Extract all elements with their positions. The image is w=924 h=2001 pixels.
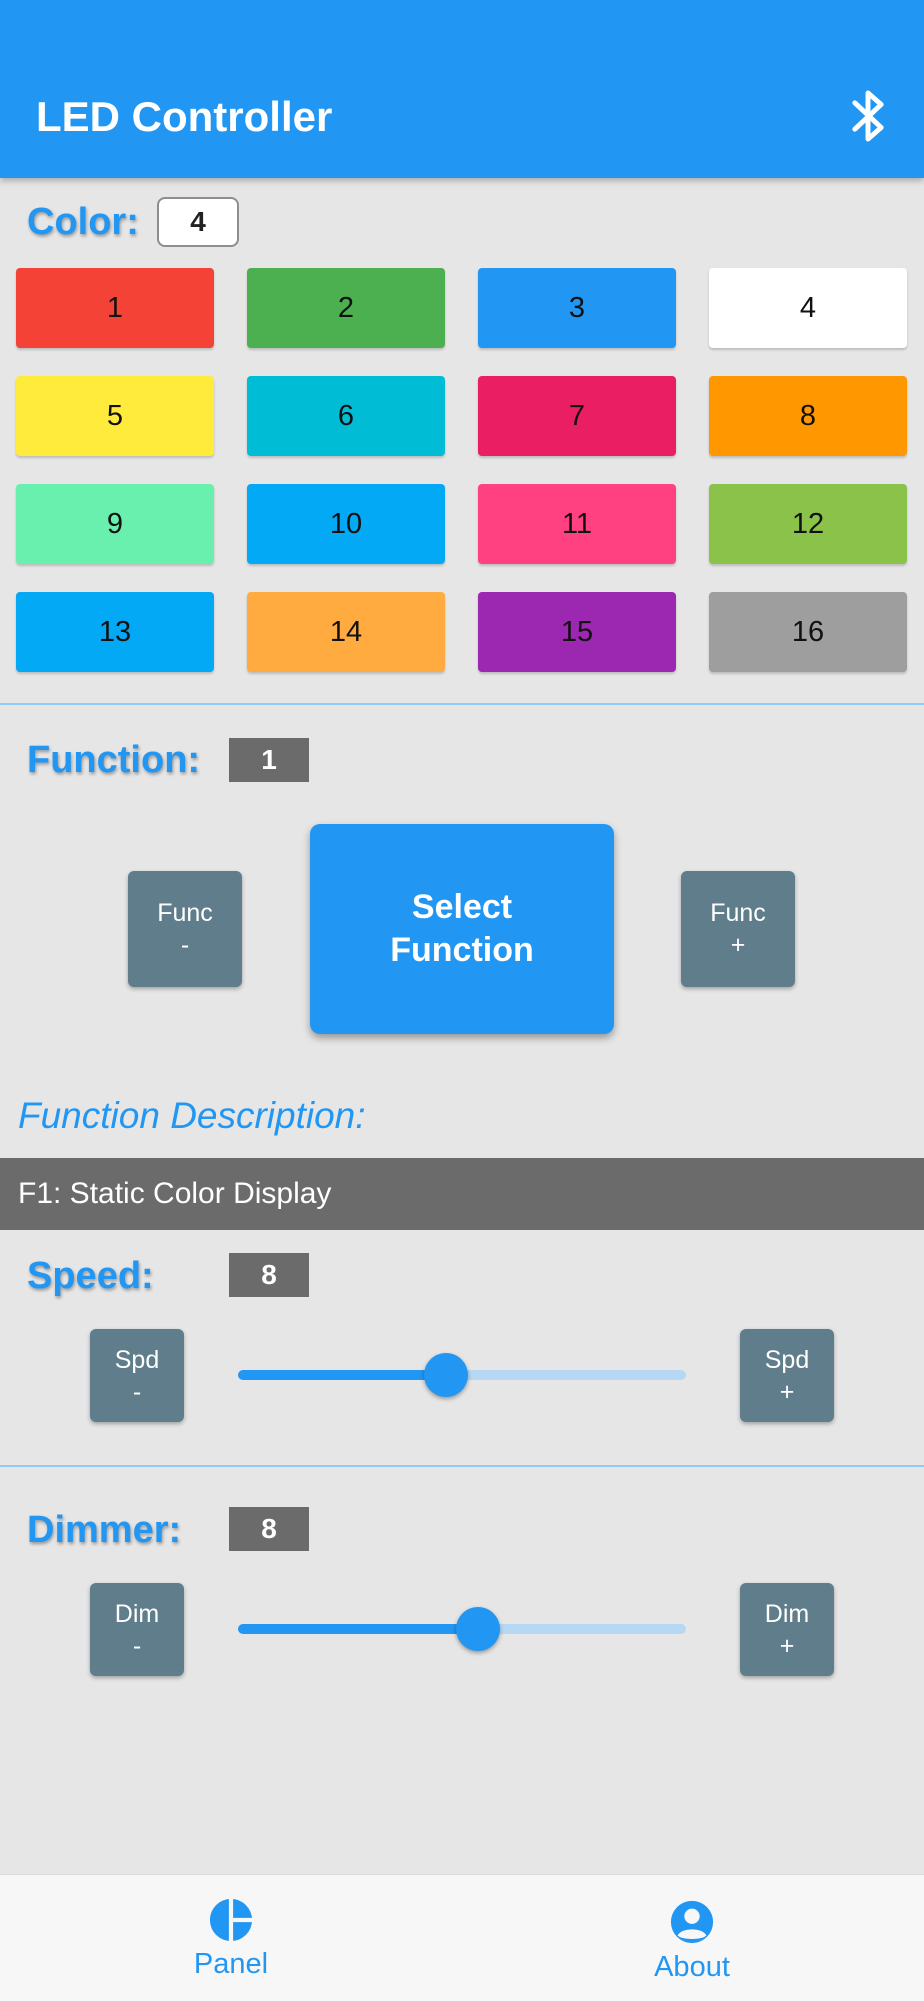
dimmer-minus-line1: Dim: [114, 1599, 160, 1628]
speed-minus-line2: -: [132, 1377, 142, 1406]
speed-plus-line2: +: [779, 1377, 795, 1406]
speed-slider-fill: [238, 1370, 447, 1380]
color-swatch-5[interactable]: 5: [16, 376, 214, 456]
select-function-line1: Select: [411, 888, 513, 926]
speed-value: 8: [229, 1253, 309, 1297]
color-swatch-15[interactable]: 15: [478, 592, 676, 672]
func-prev-line2: -: [180, 931, 190, 959]
function-description-title: Function Description:: [18, 1095, 366, 1136]
nav-item-about[interactable]: About: [592, 1875, 792, 2001]
section-divider: [0, 1465, 924, 1467]
speed-slider-thumb[interactable]: [424, 1353, 469, 1397]
speed-slider[interactable]: [238, 1353, 686, 1397]
color-swatch-1[interactable]: 1: [16, 268, 214, 348]
color-swatch-7[interactable]: 7: [478, 376, 676, 456]
section-divider: [0, 703, 924, 705]
color-swatch-4[interactable]: 4: [709, 268, 907, 348]
app-title: LED Controller: [36, 93, 333, 140]
color-swatch-14[interactable]: 14: [247, 592, 445, 672]
color-swatch-12[interactable]: 12: [709, 484, 907, 564]
speed-plus-button[interactable]: Spd +: [740, 1329, 834, 1422]
func-prev-button[interactable]: Func -: [128, 871, 242, 987]
color-swatch-3[interactable]: 3: [478, 268, 676, 348]
speed-minus-line1: Spd: [114, 1345, 160, 1374]
speed-plus-line1: Spd: [764, 1345, 810, 1374]
func-next-line2: +: [730, 931, 746, 959]
func-next-line1: Func: [710, 899, 766, 927]
app-bar: LED Controller: [0, 0, 924, 178]
dimmer-minus-button[interactable]: Dim -: [90, 1583, 184, 1676]
nav-label-panel: Panel: [193, 1948, 269, 1980]
dimmer-slider-fill: [238, 1624, 478, 1634]
color-swatch-13[interactable]: 13: [16, 592, 214, 672]
function-description: F1: Static Color Display: [0, 1158, 924, 1230]
dimmer-plus-button[interactable]: Dim +: [740, 1583, 834, 1676]
color-swatch-11[interactable]: 11: [478, 484, 676, 564]
dimmer-label: Dimmer:: [27, 1509, 182, 1551]
function-label: Function:: [27, 739, 201, 781]
select-function-line2: Function: [390, 931, 534, 969]
speed-minus-button[interactable]: Spd -: [90, 1329, 184, 1422]
bluetooth-icon[interactable]: [848, 88, 888, 144]
color-swatch-2[interactable]: 2: [247, 268, 445, 348]
nav-item-panel[interactable]: Panel: [131, 1875, 331, 2001]
dimmer-plus-line1: Dim: [764, 1599, 810, 1628]
panel-icon: [209, 1898, 253, 1942]
dimmer-slider-thumb[interactable]: [455, 1607, 500, 1651]
func-prev-line1: Func: [157, 899, 213, 927]
dimmer-value: 8: [229, 1507, 309, 1551]
color-value: 4: [157, 197, 239, 247]
color-swatch-10[interactable]: 10: [247, 484, 445, 564]
select-function-button[interactable]: Select Function: [310, 824, 614, 1034]
speed-label: Speed:: [27, 1255, 154, 1297]
func-next-button[interactable]: Func +: [681, 871, 795, 987]
nav-label-about: About: [654, 1951, 730, 1983]
color-swatch-6[interactable]: 6: [247, 376, 445, 456]
account-circle-icon: [670, 1900, 714, 1944]
color-swatch-8[interactable]: 8: [709, 376, 907, 456]
color-swatch-9[interactable]: 9: [16, 484, 214, 564]
color-swatch-16[interactable]: 16: [709, 592, 907, 672]
bottom-nav: Panel About: [0, 1874, 924, 2001]
dimmer-plus-line2: +: [779, 1631, 795, 1660]
function-value: 1: [229, 738, 309, 782]
dimmer-minus-line2: -: [132, 1631, 142, 1660]
dimmer-slider[interactable]: [238, 1607, 686, 1651]
color-label: Color:: [27, 201, 139, 243]
